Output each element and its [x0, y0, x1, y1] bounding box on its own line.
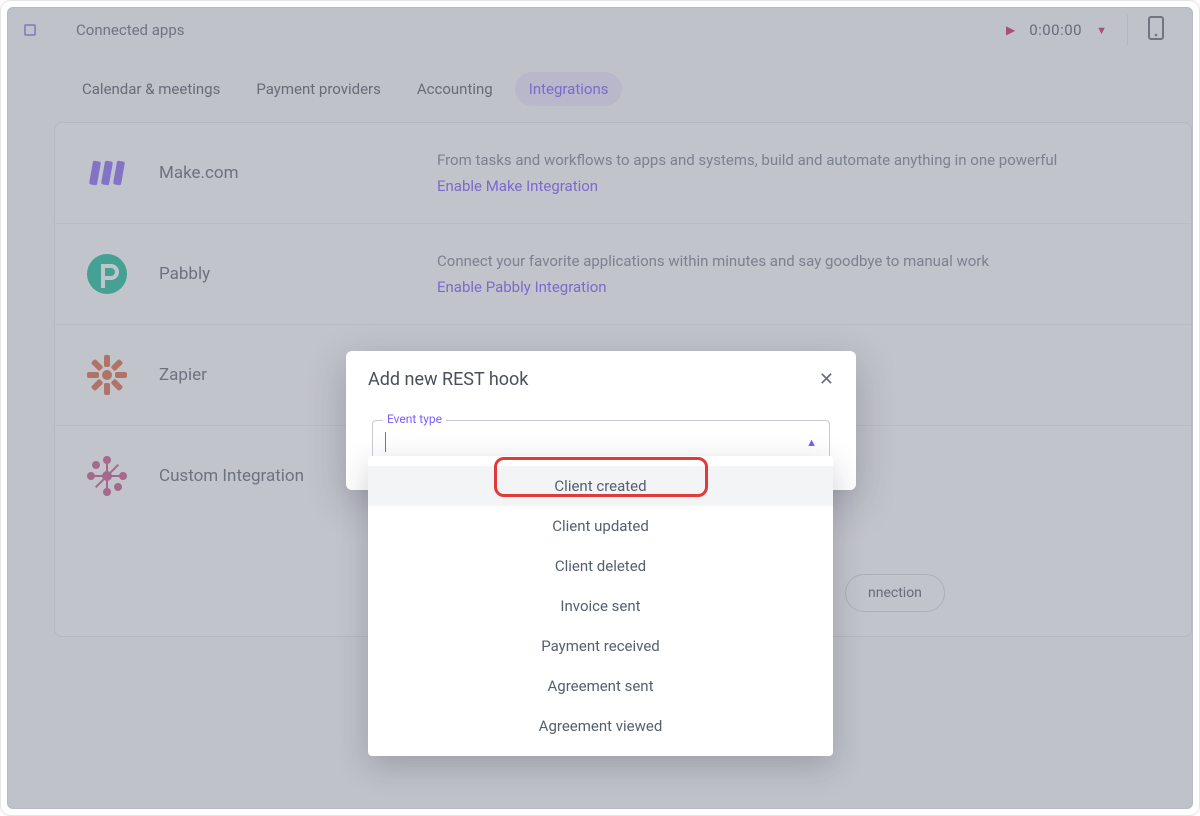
make-logo-icon	[81, 147, 133, 199]
event-type-dropdown: Client created Client updated Client del…	[368, 456, 833, 756]
tab-integrations[interactable]: Integrations	[515, 72, 623, 106]
integration-name: Custom Integration	[159, 466, 304, 486]
test-connection-button[interactable]: nnection	[845, 574, 945, 612]
caret-up-icon: ▲	[806, 436, 817, 449]
option-agreement-sent[interactable]: Agreement sent	[368, 666, 833, 706]
tab-payment-providers[interactable]: Payment providers	[242, 72, 395, 106]
text-cursor	[385, 432, 386, 452]
close-icon[interactable]: ✕	[819, 369, 834, 390]
timer-caret-icon[interactable]: ▼	[1096, 24, 1107, 37]
page-title: Connected apps	[76, 21, 184, 39]
play-icon[interactable]: ▶	[1006, 23, 1015, 37]
custom-integration-logo-icon	[81, 450, 133, 502]
divider	[1127, 15, 1128, 45]
topbar: Connected apps ▶ 0:00:00 ▼	[8, 8, 1192, 52]
option-agreement-viewed[interactable]: Agreement viewed	[368, 706, 833, 746]
zapier-logo-icon	[81, 349, 133, 401]
enable-make-link[interactable]: Enable Make Integration	[437, 177, 598, 195]
phone-icon[interactable]	[1148, 16, 1164, 44]
timer-value: 0:00:00	[1029, 21, 1082, 39]
integration-name: Make.com	[159, 163, 239, 183]
integration-name: Zapier	[159, 365, 207, 385]
integration-row-pabbly: Pabbly Connect your favorite application…	[55, 224, 1191, 325]
option-client-updated[interactable]: Client updated	[368, 506, 833, 546]
app-icon	[24, 24, 36, 36]
integration-name: Pabbly	[159, 264, 210, 284]
option-client-created[interactable]: Client created	[368, 466, 833, 506]
pabbly-logo-icon	[81, 248, 133, 300]
enable-pabbly-link[interactable]: Enable Pabbly Integration	[437, 278, 607, 296]
event-type-label: Event type	[383, 412, 446, 426]
tab-accounting[interactable]: Accounting	[403, 72, 507, 106]
integration-desc: Connect your favorite applications withi…	[437, 252, 1165, 270]
tab-calendar-meetings[interactable]: Calendar & meetings	[68, 72, 234, 106]
tabs: Calendar & meetings Payment providers Ac…	[8, 52, 1192, 122]
integration-row-make: Make.com From tasks and workflows to app…	[55, 123, 1191, 224]
option-invoice-sent[interactable]: Invoice sent	[368, 586, 833, 626]
option-payment-received[interactable]: Payment received	[368, 626, 833, 666]
modal-title: Add new REST hook	[368, 369, 528, 390]
integration-desc: From tasks and workflows to apps and sys…	[437, 151, 1165, 169]
option-client-deleted[interactable]: Client deleted	[368, 546, 833, 586]
